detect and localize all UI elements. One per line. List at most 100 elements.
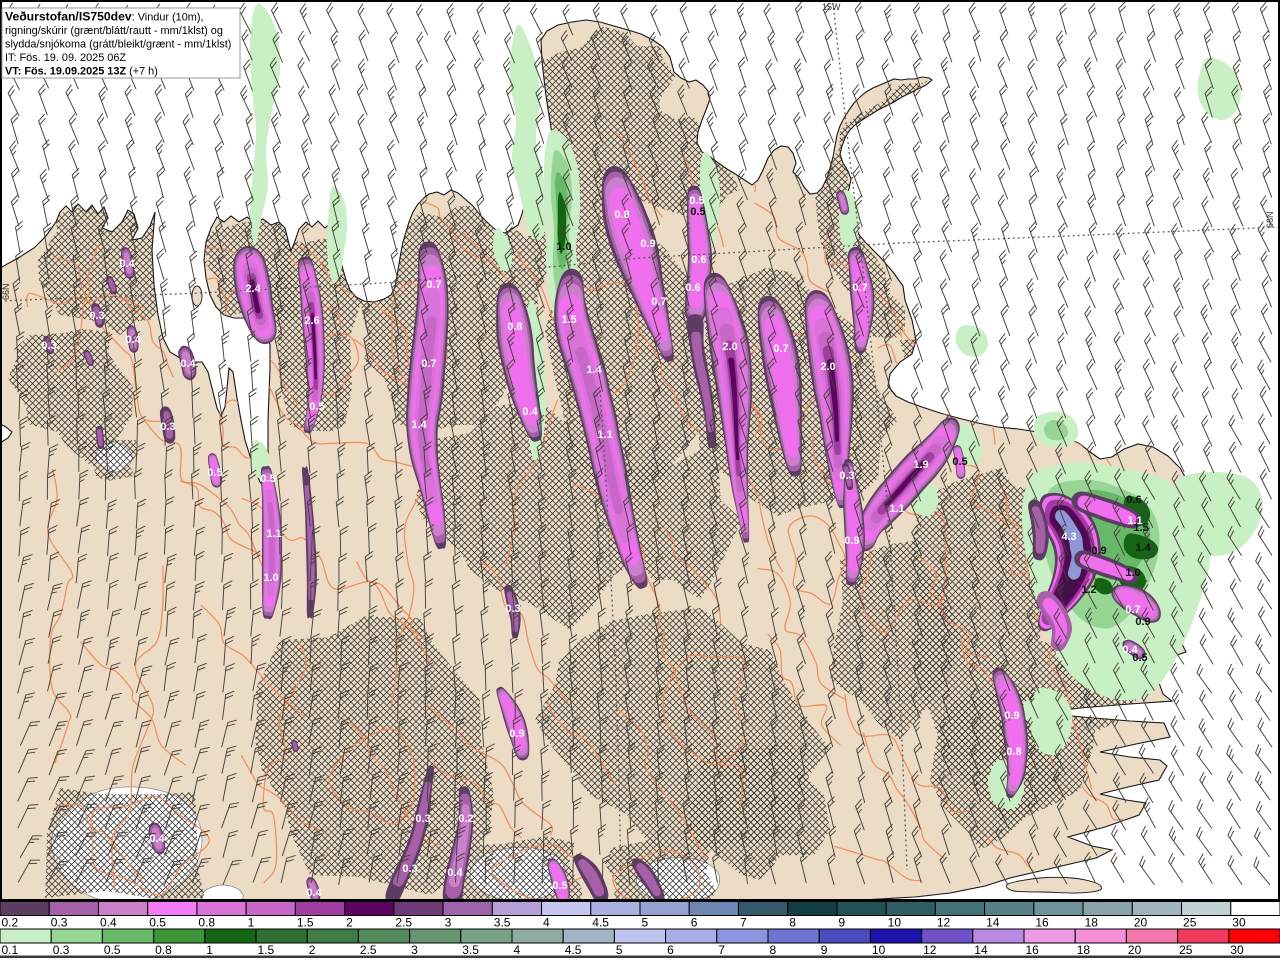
- svg-text:0.4: 0.4: [149, 833, 165, 845]
- svg-text:2.0: 2.0: [820, 361, 835, 373]
- svg-text:0.5: 0.5: [309, 401, 324, 413]
- svg-text:1.0: 1.0: [556, 241, 571, 253]
- svg-text:3: 3: [445, 916, 452, 930]
- svg-text:9: 9: [838, 916, 845, 930]
- svg-text:slydda/snjókoma (grátt/bleikt/: slydda/snjókoma (grátt/bleikt/grænt - mm…: [5, 39, 231, 51]
- svg-text:0.4: 0.4: [447, 867, 463, 879]
- svg-text:0.8: 0.8: [198, 916, 215, 930]
- svg-text:1.4: 1.4: [586, 364, 602, 376]
- svg-text:1.2: 1.2: [1081, 584, 1096, 596]
- svg-text:0.9: 0.9: [509, 728, 524, 740]
- svg-text:16: 16: [1026, 943, 1040, 957]
- svg-text:14: 14: [986, 916, 1000, 930]
- svg-text:3.5: 3.5: [494, 916, 511, 930]
- svg-text:0.8: 0.8: [614, 209, 629, 221]
- svg-text:16: 16: [1035, 916, 1049, 930]
- svg-text:1.5: 1.5: [258, 943, 275, 957]
- svg-text:0.6: 0.6: [691, 254, 706, 266]
- svg-text:0.7: 0.7: [651, 296, 666, 308]
- svg-text:0.4: 0.4: [125, 334, 141, 346]
- svg-text:1: 1: [248, 916, 255, 930]
- svg-text:0.9: 0.9: [640, 238, 655, 250]
- svg-text:0.2: 0.2: [2, 916, 19, 930]
- svg-text:0.8: 0.8: [155, 943, 172, 957]
- svg-text:4: 4: [514, 943, 521, 957]
- svg-text:18: 18: [1085, 916, 1099, 930]
- svg-text:30: 30: [1230, 943, 1244, 957]
- svg-text:3: 3: [411, 943, 418, 957]
- svg-text:14: 14: [974, 943, 988, 957]
- svg-text:0.5: 0.5: [1132, 652, 1147, 664]
- svg-text:0.5: 0.5: [260, 473, 275, 485]
- svg-text:0.3: 0.3: [415, 813, 430, 825]
- svg-text:0.3: 0.3: [89, 310, 104, 322]
- svg-text:4.5: 4.5: [565, 943, 582, 957]
- svg-text:1.5: 1.5: [297, 916, 314, 930]
- svg-text:3.5: 3.5: [462, 943, 479, 957]
- svg-text:30: 30: [1232, 916, 1246, 930]
- svg-text:10: 10: [872, 943, 886, 957]
- svg-text:0.4: 0.4: [119, 258, 135, 270]
- svg-text:1.1: 1.1: [597, 429, 612, 441]
- svg-text:0.6: 0.6: [685, 282, 700, 294]
- svg-text:0.4: 0.4: [306, 887, 322, 899]
- svg-text:12: 12: [937, 916, 951, 930]
- svg-text:0.1: 0.1: [2, 943, 19, 957]
- svg-text:2.5: 2.5: [360, 943, 377, 957]
- svg-text:4: 4: [543, 916, 550, 930]
- svg-text:2.5: 2.5: [395, 916, 412, 930]
- svg-text:rigning/skúrir (grænt/blátt/ra: rigning/skúrir (grænt/blátt/rautt - mm/1…: [5, 25, 223, 37]
- svg-text:9: 9: [821, 943, 828, 957]
- svg-text:1.5: 1.5: [561, 314, 576, 326]
- svg-text:18: 18: [1077, 943, 1091, 957]
- svg-text:0.6: 0.6: [1126, 494, 1141, 506]
- svg-text:0.7: 0.7: [421, 358, 436, 370]
- svg-text:25: 25: [1179, 943, 1193, 957]
- svg-text:2.6: 2.6: [304, 315, 319, 327]
- svg-text:0.8: 0.8: [1006, 746, 1021, 758]
- svg-text:1.0: 1.0: [1125, 567, 1140, 579]
- svg-text:0.3: 0.3: [505, 603, 520, 615]
- svg-text:8: 8: [789, 916, 796, 930]
- svg-text:0.8: 0.8: [507, 321, 522, 333]
- svg-text:IT: Fös. 19. 09. 2025 06Z: IT: Fös. 19. 09. 2025 06Z: [5, 52, 126, 64]
- svg-text:7: 7: [740, 916, 747, 930]
- svg-text:2: 2: [346, 916, 353, 930]
- svg-text:0.5: 0.5: [207, 467, 222, 479]
- svg-text:7: 7: [718, 943, 725, 957]
- svg-text:VT: Fös. 19.09.2025 13Z (+7 h): VT: Fös. 19.09.2025 13Z (+7 h): [5, 66, 158, 78]
- svg-text:2.0: 2.0: [722, 341, 737, 353]
- svg-text:12: 12: [923, 943, 937, 957]
- svg-text:0.3: 0.3: [41, 340, 56, 352]
- svg-text:0.3: 0.3: [53, 943, 70, 957]
- svg-text:0.3: 0.3: [402, 863, 417, 875]
- svg-text:0.3: 0.3: [51, 916, 68, 930]
- svg-text:20: 20: [1128, 943, 1142, 957]
- svg-text:1.0: 1.0: [263, 572, 278, 584]
- svg-text:0.7: 0.7: [1125, 604, 1140, 616]
- svg-text:1: 1: [206, 943, 213, 957]
- svg-text:66N: 66N: [1265, 211, 1275, 228]
- svg-text:2.4: 2.4: [245, 283, 261, 295]
- svg-text:0.5: 0.5: [149, 916, 166, 930]
- svg-text:0.9: 0.9: [1004, 710, 1019, 722]
- svg-text:6: 6: [667, 943, 674, 957]
- svg-text:0.4: 0.4: [180, 358, 196, 370]
- svg-text:4.5: 4.5: [592, 916, 609, 930]
- svg-text:5: 5: [642, 916, 649, 930]
- svg-text:1.1: 1.1: [889, 503, 904, 515]
- svg-text:4.3: 4.3: [1061, 531, 1076, 543]
- svg-text:0.3: 0.3: [839, 470, 854, 482]
- svg-text:0.7: 0.7: [773, 343, 788, 355]
- svg-text:Veðurstofan/IS750dev: Vindur (: Veðurstofan/IS750dev: Vindur (10m),: [5, 10, 204, 24]
- svg-text:0.5: 0.5: [104, 943, 121, 957]
- svg-text:2: 2: [309, 943, 316, 957]
- svg-text:1.5: 1.5: [1133, 522, 1148, 534]
- svg-text:8: 8: [770, 943, 777, 957]
- svg-text:0.9: 0.9: [844, 535, 859, 547]
- svg-text:0.5: 0.5: [690, 206, 705, 218]
- svg-text:0.4: 0.4: [522, 406, 538, 418]
- svg-text:1.4: 1.4: [411, 419, 427, 431]
- svg-text:0.4: 0.4: [100, 916, 117, 930]
- svg-text:66N: 66N: [1, 283, 11, 300]
